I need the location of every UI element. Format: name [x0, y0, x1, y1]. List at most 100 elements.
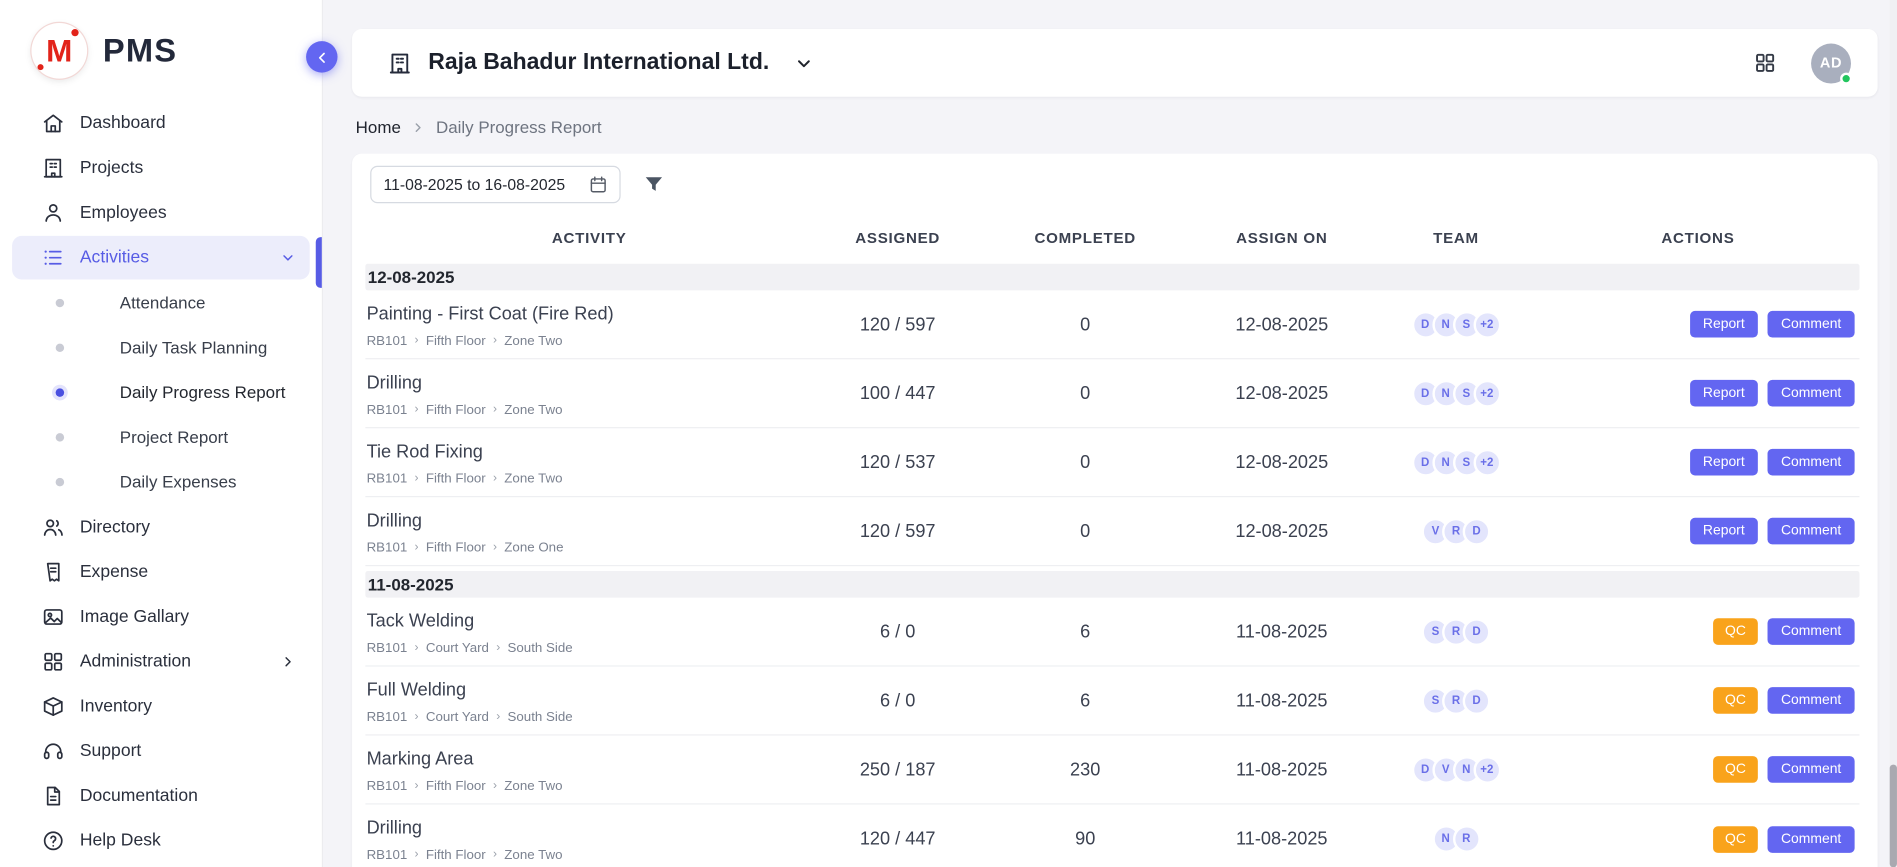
- comment-button[interactable]: Comment: [1768, 518, 1855, 545]
- activity-title[interactable]: Tie Rod Fixing: [367, 441, 801, 462]
- calendar-icon[interactable]: [588, 174, 609, 195]
- report-button[interactable]: Report: [1690, 380, 1758, 407]
- activity-title[interactable]: Drilling: [367, 372, 801, 393]
- sidebar-item-activities[interactable]: Activities: [12, 236, 310, 280]
- date-range-value[interactable]: [384, 175, 581, 193]
- team-more-badge: +2: [1473, 448, 1501, 476]
- chevron-right-icon: ›: [415, 403, 419, 415]
- team-avatars[interactable]: D N S +2: [1376, 310, 1537, 338]
- sidebar-subitem-label: Daily Task Planning: [120, 338, 268, 359]
- user-icon: [41, 201, 65, 225]
- activity-title[interactable]: Full Welding: [367, 679, 801, 700]
- sidebar-item-projects[interactable]: Projects: [12, 146, 310, 190]
- report-button[interactable]: Report: [1690, 449, 1758, 476]
- sidebar-subitem-project-report[interactable]: Project Report: [12, 415, 310, 460]
- sidebar-item-help-desk[interactable]: Help Desk: [12, 819, 310, 863]
- location-segment: Fifth Floor: [426, 540, 486, 555]
- date-range-input[interactable]: [370, 166, 620, 204]
- logo-letter: M: [46, 32, 72, 70]
- grid-icon: [41, 650, 65, 674]
- report-button[interactable]: Report: [1690, 311, 1758, 338]
- qc-button[interactable]: QC: [1713, 826, 1758, 853]
- filter-icon[interactable]: [642, 173, 665, 196]
- topbar-right: AD: [1753, 43, 1851, 83]
- chevron-right-icon: ›: [415, 780, 419, 792]
- sidebar-item-inventory[interactable]: Inventory: [12, 685, 310, 729]
- report-button[interactable]: Report: [1690, 518, 1758, 545]
- team-avatars[interactable]: S R D: [1376, 618, 1537, 646]
- completed-value: 6: [982, 690, 1188, 711]
- sidebar-item-administration[interactable]: Administration: [12, 640, 310, 684]
- activity-title[interactable]: Tack Welding: [367, 610, 801, 631]
- team-avatars[interactable]: D V N +2: [1376, 756, 1537, 784]
- sidebar-item-support[interactable]: Support: [12, 730, 310, 774]
- column-header-completed: COMPLETED: [982, 230, 1188, 247]
- completed-value: 0: [982, 521, 1188, 542]
- comment-button[interactable]: Comment: [1768, 687, 1855, 714]
- completed-value: 6: [982, 621, 1188, 642]
- scrollbar-thumb[interactable]: [1890, 765, 1897, 867]
- sidebar-item-dashboard[interactable]: Dashboard: [12, 102, 310, 146]
- sidebar-subitem-daily-progress-report[interactable]: Daily Progress Report: [12, 370, 310, 415]
- scrollbar[interactable]: [1890, 0, 1897, 867]
- activity-location-breadcrumb: RB101› Fifth Floor› Zone Two: [367, 779, 801, 794]
- location-segment: Zone Two: [504, 333, 562, 348]
- sidebar-item-directory[interactable]: Directory: [12, 506, 310, 550]
- activity-title[interactable]: Drilling: [367, 510, 801, 531]
- comment-button[interactable]: Comment: [1768, 826, 1855, 853]
- chevron-right-icon: ›: [415, 335, 419, 347]
- team-avatars[interactable]: N R: [1376, 825, 1537, 853]
- sidebar-subitem-attendance[interactable]: Attendance: [12, 281, 310, 326]
- apps-grid-icon[interactable]: [1753, 51, 1777, 75]
- comment-button[interactable]: Comment: [1768, 618, 1855, 645]
- team-avatars[interactable]: V R D: [1376, 517, 1537, 545]
- app-logo[interactable]: M PMS: [0, 0, 322, 94]
- activity-title[interactable]: Marking Area: [367, 748, 801, 769]
- activity-location-breadcrumb: RB101› Fifth Floor› Zone Two: [367, 402, 801, 417]
- team-avatars[interactable]: D N S +2: [1376, 379, 1537, 407]
- avatar[interactable]: AD: [1811, 43, 1851, 83]
- sidebar-item-employees[interactable]: Employees: [12, 191, 310, 235]
- sidebar-subitem-daily-task-planning[interactable]: Daily Task Planning: [12, 325, 310, 370]
- comment-button[interactable]: Comment: [1768, 449, 1855, 476]
- completed-value: 0: [982, 314, 1188, 335]
- assign-on-date: 11-08-2025: [1188, 621, 1376, 642]
- column-header-assigned: ASSIGNED: [813, 230, 982, 247]
- sidebar-subitem-daily-expenses[interactable]: Daily Expenses: [12, 460, 310, 505]
- assigned-value: 120 / 537: [813, 452, 982, 473]
- qc-button[interactable]: QC: [1713, 618, 1758, 645]
- activity-title[interactable]: Painting - First Coat (Fire Red): [367, 303, 801, 324]
- comment-button[interactable]: Comment: [1768, 756, 1855, 783]
- qc-button[interactable]: QC: [1713, 756, 1758, 783]
- bullet-dot-icon: [56, 433, 64, 441]
- breadcrumb-home[interactable]: Home: [356, 117, 401, 136]
- row-actions: Report Comment: [1536, 518, 1859, 545]
- comment-button[interactable]: Comment: [1768, 380, 1855, 407]
- column-header-team: TEAM: [1376, 230, 1537, 247]
- location-segment: RB101: [367, 779, 408, 794]
- sidebar-collapse-button[interactable]: [306, 41, 337, 72]
- sidebar-item-image-gallary[interactable]: Image Gallary: [12, 595, 310, 639]
- bullet-dot-icon: [56, 299, 64, 307]
- bullet-dot-icon: [56, 344, 64, 352]
- assigned-value: 120 / 447: [813, 829, 982, 850]
- comment-button[interactable]: Comment: [1768, 311, 1855, 338]
- location-segment: South Side: [508, 641, 573, 656]
- building-icon: [41, 156, 65, 180]
- team-avatars[interactable]: S R D: [1376, 687, 1537, 715]
- chevron-right-icon: ›: [415, 711, 419, 723]
- sidebar-item-documentation[interactable]: Documentation: [12, 774, 310, 818]
- location-segment: Court Yard: [426, 641, 489, 656]
- activity-title[interactable]: Drilling: [367, 818, 801, 839]
- table-row: Painting - First Coat (Fire Red) RB101› …: [365, 290, 1859, 359]
- assigned-value: 100 / 447: [813, 383, 982, 404]
- table-row: Tie Rod Fixing RB101› Fifth Floor› Zone …: [365, 428, 1859, 497]
- company-selector[interactable]: Raja Bahadur International Ltd.: [387, 50, 813, 77]
- location-segment: Zone One: [504, 540, 563, 555]
- qc-button[interactable]: QC: [1713, 687, 1758, 714]
- home-icon: [41, 111, 65, 135]
- team-avatars[interactable]: D N S +2: [1376, 448, 1537, 476]
- assign-on-date: 11-08-2025: [1188, 759, 1376, 780]
- sidebar-item-expense[interactable]: Expense: [12, 550, 310, 594]
- team-avatar: D: [1463, 687, 1491, 715]
